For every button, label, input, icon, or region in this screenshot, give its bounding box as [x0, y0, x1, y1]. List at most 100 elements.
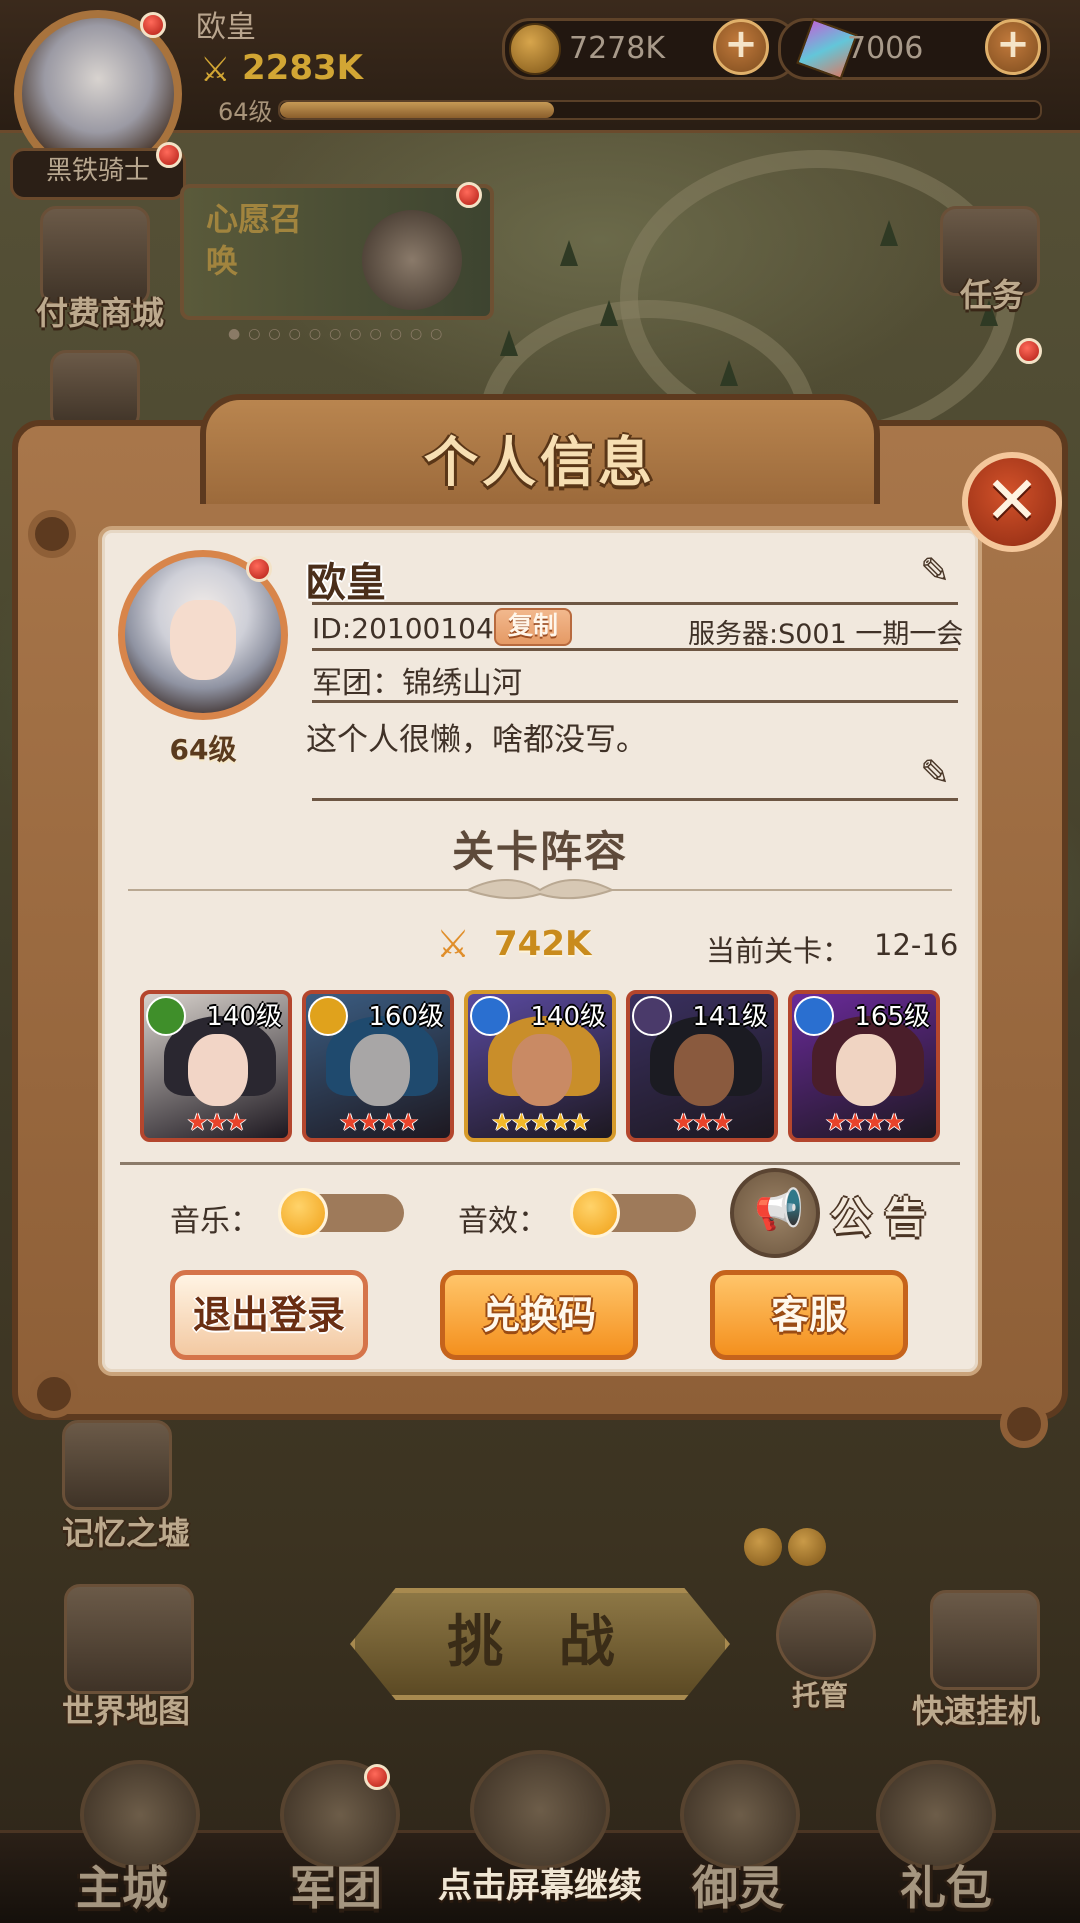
- frame-curl-ornament: [1000, 1400, 1048, 1448]
- hero-faction-icon: [794, 996, 834, 1036]
- hero-level: 140级: [206, 1002, 282, 1032]
- divider: [120, 1162, 960, 1165]
- hero-card[interactable]: 140级 ★★★★★: [464, 990, 616, 1142]
- customer-service-button[interactable]: 客服: [710, 1270, 908, 1360]
- server-info: 服务器:S001 一期一会: [688, 619, 964, 650]
- drop-coin-icon: [744, 1528, 782, 1566]
- current-stage-value: 12-16: [874, 928, 959, 962]
- hero-portrait-face: [188, 1034, 248, 1106]
- profile-avatar-notification-dot: [246, 556, 272, 582]
- gold-coin-icon: [509, 23, 561, 75]
- side-label-auto: 托管: [792, 1679, 849, 1712]
- hero-stars: ★★★★: [338, 1108, 419, 1136]
- divider: [312, 798, 958, 801]
- hero-level: 141级: [692, 1002, 768, 1032]
- hero-level: 160级: [368, 1002, 444, 1032]
- lineup-title: 关卡阵容: [451, 827, 628, 876]
- xp-bar-fill: [280, 102, 554, 118]
- side-icon-2[interactable]: [50, 350, 140, 430]
- edit-name-pencil-icon[interactable]: ✎: [920, 554, 956, 590]
- music-label: 音乐：: [170, 1204, 260, 1239]
- lineup-power: 742K: [494, 924, 592, 964]
- hero-stars: ★★★★: [824, 1108, 905, 1136]
- hero-faction-icon: [308, 996, 348, 1036]
- hero-card[interactable]: 165级 ★★★★: [788, 990, 940, 1142]
- add-gem-button[interactable]: +: [985, 19, 1041, 75]
- side-label-memory: 记忆之墟: [62, 1514, 191, 1552]
- music-toggle[interactable]: [278, 1188, 404, 1238]
- side-label-world-map: 世界地图: [62, 1692, 191, 1730]
- tap-to-continue-hint[interactable]: 点击屏幕继续: [0, 1858, 1080, 1907]
- legion-notification-dot: [364, 1764, 390, 1790]
- hero-card[interactable]: 160级 ★★★★: [302, 990, 454, 1142]
- gold-counter: 7278K +: [502, 18, 798, 80]
- signature-text: 这个人很懒，啥都没写。: [306, 722, 647, 758]
- hero-portrait-face: [836, 1034, 896, 1106]
- divider: [312, 648, 958, 651]
- drop-coin-icon: [788, 1528, 826, 1566]
- player-power: 2283K: [242, 48, 363, 88]
- battle-gate-icon[interactable]: [470, 1750, 610, 1870]
- hero-level: 140级: [530, 1002, 606, 1032]
- music-toggle-knob[interactable]: [278, 1188, 328, 1238]
- banner-page-dots: ●○○○○○○○○○○: [228, 326, 451, 342]
- gem-counter: 7006 +: [778, 18, 1050, 80]
- right-notification-dot: [1016, 338, 1042, 364]
- profile-name: 欧皇: [306, 560, 386, 606]
- copy-id-button[interactable]: 复制: [494, 608, 572, 646]
- auto-manage-icon[interactable]: [776, 1590, 876, 1680]
- announcement-label[interactable]: 公告: [830, 1184, 938, 1245]
- xp-bar: [278, 100, 1042, 120]
- world-map-icon[interactable]: [64, 1584, 194, 1694]
- hero-portrait-face: [350, 1034, 410, 1106]
- challenge-button[interactable]: 挑 战: [350, 1588, 730, 1700]
- ornamental-divider: [128, 879, 952, 900]
- avatar-face: [170, 600, 236, 680]
- banner-notification-dot: [456, 182, 482, 208]
- hero-stars: ★★★★★: [491, 1108, 591, 1136]
- side-label-shop: 付费商城: [36, 294, 165, 332]
- hero-stars: ★★★: [672, 1108, 734, 1136]
- player-name: 欧皇: [196, 10, 256, 45]
- divider: [312, 602, 958, 605]
- memory-ruins-icon[interactable]: [62, 1420, 172, 1510]
- hero-portrait-face: [512, 1034, 572, 1106]
- wish-summon-banner[interactable]: 心愿召唤: [180, 184, 494, 320]
- guild-info: 军团：锦绣山河: [312, 666, 522, 701]
- player-level: 64级: [218, 98, 273, 126]
- hero-level: 165级: [854, 1002, 930, 1032]
- side-label-fast-idle: 快速挂机: [912, 1692, 1041, 1730]
- frame-curl-ornament: [28, 510, 76, 558]
- gem-amount: 7006: [847, 31, 924, 66]
- sfx-label: 音效：: [458, 1204, 548, 1239]
- frame-curl-ornament: [30, 1370, 78, 1418]
- gold-amount: 7278K: [569, 31, 666, 66]
- add-gold-button[interactable]: +: [713, 19, 769, 75]
- hero-faction-icon: [470, 996, 510, 1036]
- hero-card[interactable]: 140级 ★★★: [140, 990, 292, 1142]
- lineup-power-icon: ⚔: [436, 922, 471, 966]
- logout-button[interactable]: 退出登录: [170, 1270, 368, 1360]
- side-label-quest: 任务: [960, 276, 1025, 314]
- rank-notification-dot: [156, 142, 182, 168]
- edit-signature-pencil-icon[interactable]: ✎: [920, 756, 956, 792]
- hero-stars: ★★★: [186, 1108, 248, 1136]
- avatar-notification-dot: [140, 12, 166, 38]
- sfx-toggle[interactable]: [570, 1188, 696, 1238]
- banner-title: 心愿召唤: [206, 200, 303, 280]
- profile-level: 64级: [169, 733, 237, 766]
- redeem-code-button[interactable]: 兑换码: [440, 1270, 638, 1360]
- hero-portrait-face: [674, 1034, 734, 1106]
- sfx-toggle-knob[interactable]: [570, 1188, 620, 1238]
- current-stage-label: 当前关卡：: [706, 934, 852, 968]
- hero-faction-icon: [632, 996, 672, 1036]
- close-x-icon[interactable]: ✕: [962, 452, 1062, 552]
- divider: [312, 700, 958, 703]
- dialog-title: 个人信息: [424, 431, 656, 494]
- banner-character: [362, 210, 462, 310]
- hero-card[interactable]: 141级 ★★★: [626, 990, 778, 1142]
- fast-idle-icon[interactable]: [930, 1590, 1040, 1690]
- power-icon: ⚔: [200, 50, 231, 90]
- megaphone-icon: 📢: [754, 1187, 804, 1233]
- player-id: ID:20100104: [312, 612, 494, 645]
